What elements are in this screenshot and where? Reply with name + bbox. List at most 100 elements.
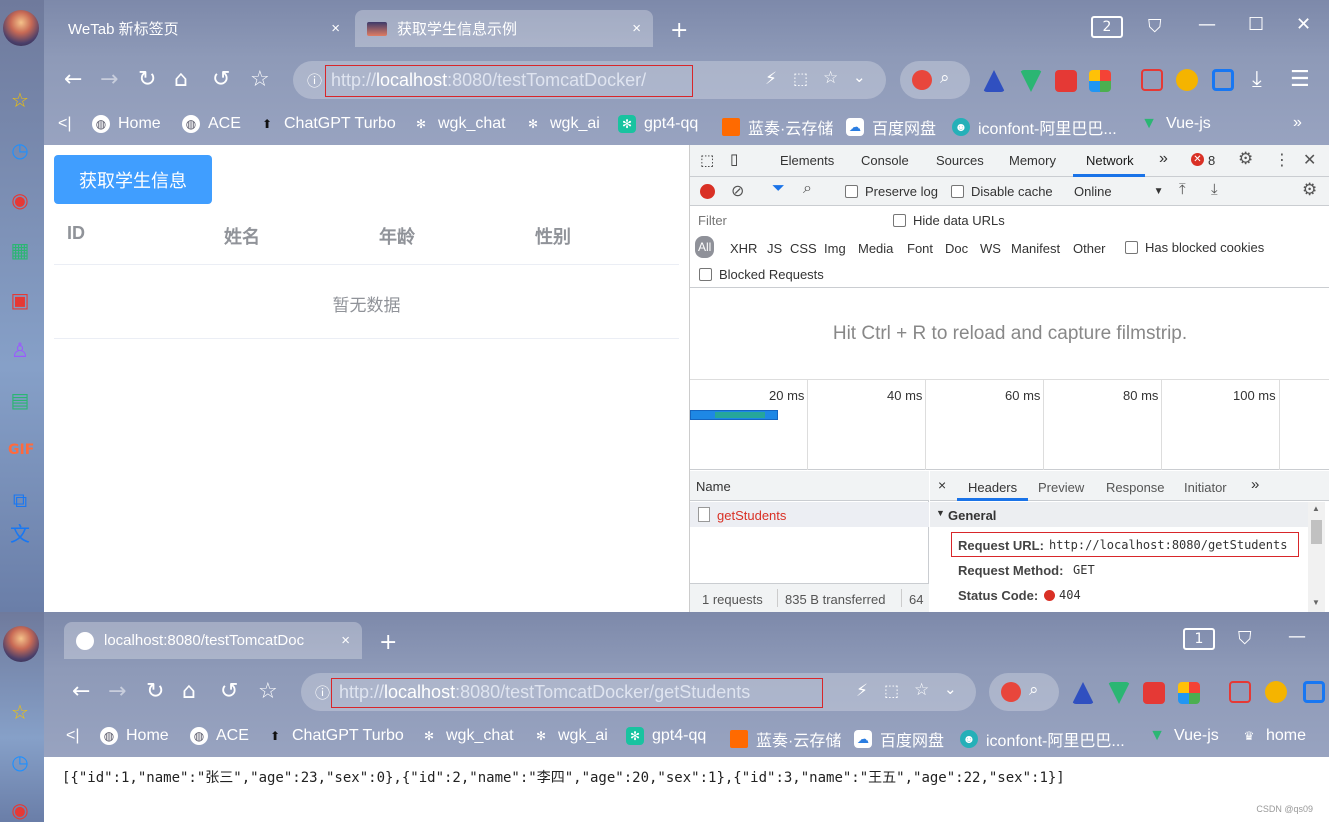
settings-gear-icon[interactable]: ⚙ <box>1238 149 1253 169</box>
back-icon[interactable]: ← <box>72 680 90 704</box>
shirt-icon[interactable]: ⛉ <box>1238 628 1252 649</box>
fetch-students-button[interactable]: 获取学生信息 <box>54 155 212 204</box>
history-clock-icon[interactable]: ◷ <box>8 750 32 774</box>
minimize-icon[interactable]: — <box>1288 626 1306 647</box>
record-icon[interactable] <box>700 184 715 199</box>
screenshot-icon[interactable]: ⬚ <box>884 681 899 701</box>
bookmark-ace[interactable]: ◍ ACE <box>182 115 241 133</box>
record-icon[interactable]: ◉ <box>8 798 32 822</box>
bookmark-gpt4-qq[interactable]: ✻ gpt4-qq <box>626 727 706 745</box>
bookmark-gpt4-qq[interactable]: ✻ gpt4-qq <box>618 115 698 133</box>
bookmark-lanzou[interactable]: 蓝奏·云存储 <box>722 115 833 139</box>
filter-type-doc[interactable]: Doc <box>945 241 968 256</box>
filter-type-other[interactable]: Other <box>1073 241 1106 256</box>
filter-type-font[interactable]: Font <box>907 241 933 256</box>
lightning-icon[interactable]: ⚡ <box>765 69 777 89</box>
doc-icon[interactable]: ▤ <box>8 388 32 412</box>
avatar[interactable] <box>3 10 39 46</box>
ext-pdf-icon[interactable] <box>1141 69 1163 91</box>
network-settings-icon[interactable]: ⚙ <box>1302 180 1317 200</box>
upload-har-icon[interactable]: ⤒ <box>1179 181 1186 198</box>
ext-moon-icon[interactable] <box>1176 69 1198 91</box>
filter-input[interactable] <box>693 209 878 231</box>
star-icon[interactable]: ☆ <box>258 680 278 704</box>
chevron-down-icon[interactable]: ⌄ <box>853 68 866 86</box>
star-icon[interactable]: ☆ <box>250 68 270 92</box>
download-icon[interactable]: ⤓ <box>1252 68 1262 92</box>
shirt-icon[interactable]: ⛉ <box>1148 16 1162 37</box>
general-section-header[interactable]: ▼ General <box>930 502 1308 527</box>
ext-moon-icon[interactable] <box>1265 681 1287 703</box>
close-detail-icon[interactable]: × <box>938 477 946 493</box>
tab-close-icon[interactable]: × <box>341 632 350 649</box>
has-blocked-cookies-checkbox[interactable]: Has blocked cookies <box>1125 240 1264 255</box>
tab-close-icon[interactable]: × <box>331 20 340 37</box>
undo-icon[interactable]: ↺ <box>212 68 230 92</box>
new-tab-button[interactable]: + <box>670 18 688 43</box>
throttling-select[interactable]: Online ▼ <box>1074 184 1163 199</box>
qrcode-icon[interactable]: ▦ <box>8 238 32 262</box>
filter-type-media[interactable]: Media <box>858 241 893 256</box>
device-toggle-icon[interactable]: ▯ <box>730 150 738 168</box>
filter-icon[interactable]: ⏷ <box>772 180 785 198</box>
menu-icon[interactable]: ☰ <box>1290 68 1310 92</box>
tab-elements[interactable]: Elements <box>780 153 834 168</box>
new-tab-button[interactable]: + <box>379 630 397 655</box>
bookmark-vue-js[interactable]: ▼ Vue-js <box>1140 115 1211 133</box>
home-icon[interactable]: ⌂ <box>182 680 196 704</box>
name-column-header[interactable]: Name <box>690 471 929 501</box>
tab-response[interactable]: Response <box>1106 480 1165 495</box>
chevron-down-icon[interactable]: ⌄ <box>944 680 957 698</box>
forward-icon[interactable]: → <box>108 680 126 704</box>
bookmark-iconfont[interactable]: ☻ iconfont-阿里巴巴... <box>960 727 1125 751</box>
inspect-icon[interactable]: ⬚ <box>700 151 714 169</box>
tab-initiator[interactable]: Initiator <box>1184 480 1227 495</box>
ext-vue-icon[interactable] <box>1020 70 1042 92</box>
filter-type-js[interactable]: JS <box>767 241 782 256</box>
maximize-icon[interactable]: ☐ <box>1248 14 1264 35</box>
bookmark-home-2[interactable]: ♛ home <box>1240 727 1306 745</box>
bookmark-home[interactable]: ◍ Home <box>100 727 169 745</box>
more-tabs-icon[interactable]: » <box>1159 150 1168 168</box>
bookmark-chatgpt-turbo[interactable]: ⬆ ChatGPT Turbo <box>258 115 396 133</box>
bookmark-lanzou[interactable]: 蓝奏·云存储 <box>730 727 841 751</box>
home-icon[interactable]: ⌂ <box>174 68 188 92</box>
bookmark-home[interactable]: ◍ Home <box>92 115 161 133</box>
bookmark-chatgpt-turbo[interactable]: ⬆ ChatGPT Turbo <box>266 727 404 745</box>
bookmark-baidu-pan[interactable]: ☁ 百度网盘 <box>846 115 936 139</box>
filter-type-img[interactable]: Img <box>824 241 846 256</box>
filter-type-css[interactable]: CSS <box>790 241 817 256</box>
crop-icon[interactable]: ⧉ <box>8 488 32 512</box>
search-icon[interactable]: ⌕ <box>803 180 812 198</box>
filter-type-ws[interactable]: WS <box>980 241 1001 256</box>
ext-vue-icon[interactable] <box>1108 682 1130 704</box>
kebab-menu-icon[interactable]: ⋮ <box>1274 150 1290 170</box>
window-count-badge[interactable]: 2 <box>1091 16 1123 38</box>
history-clock-icon[interactable]: ◷ <box>8 138 32 162</box>
tab-console[interactable]: Console <box>861 153 909 168</box>
bookmark-vue-js[interactable]: ▼ Vue-js <box>1148 727 1219 745</box>
ext-apps-icon[interactable] <box>1089 70 1111 92</box>
tab-memory[interactable]: Memory <box>1009 153 1056 168</box>
favorites-star-icon[interactable]: ☆ <box>8 88 32 112</box>
bookmark-wgk-chat[interactable]: ✻ wgk_chat <box>420 727 514 745</box>
disable-cache-checkbox[interactable]: Disable cache <box>951 184 1053 199</box>
tab-network[interactable]: Network <box>1086 153 1134 168</box>
bookmark-ace[interactable]: ◍ ACE <box>190 727 249 745</box>
more-detail-tabs-icon[interactable]: » <box>1251 476 1259 493</box>
bookmark-wgk-chat[interactable]: ✻ wgk_chat <box>412 115 506 133</box>
bookmark-collapse[interactable]: <| <box>58 115 72 133</box>
close-window-icon[interactable]: ✕ <box>1296 14 1311 35</box>
tab-student-info[interactable]: 获取学生信息示例 × <box>355 10 653 47</box>
minimize-icon[interactable]: — <box>1198 14 1216 35</box>
ext-crop-icon[interactable] <box>1303 681 1325 703</box>
bookmark-star-icon[interactable]: ☆ <box>823 68 838 88</box>
tab-sources[interactable]: Sources <box>936 153 984 168</box>
search-engine-button[interactable]: ⌕ <box>900 61 970 99</box>
search-engine-button[interactable]: ⌕ <box>989 673 1059 711</box>
clear-icon[interactable]: ⊘ <box>731 181 744 201</box>
avatar[interactable] <box>3 626 39 662</box>
reload-icon[interactable]: ↻ <box>138 68 156 92</box>
ext-triangle-icon[interactable] <box>983 70 1005 92</box>
bookmark-star-icon[interactable]: ☆ <box>914 680 929 700</box>
